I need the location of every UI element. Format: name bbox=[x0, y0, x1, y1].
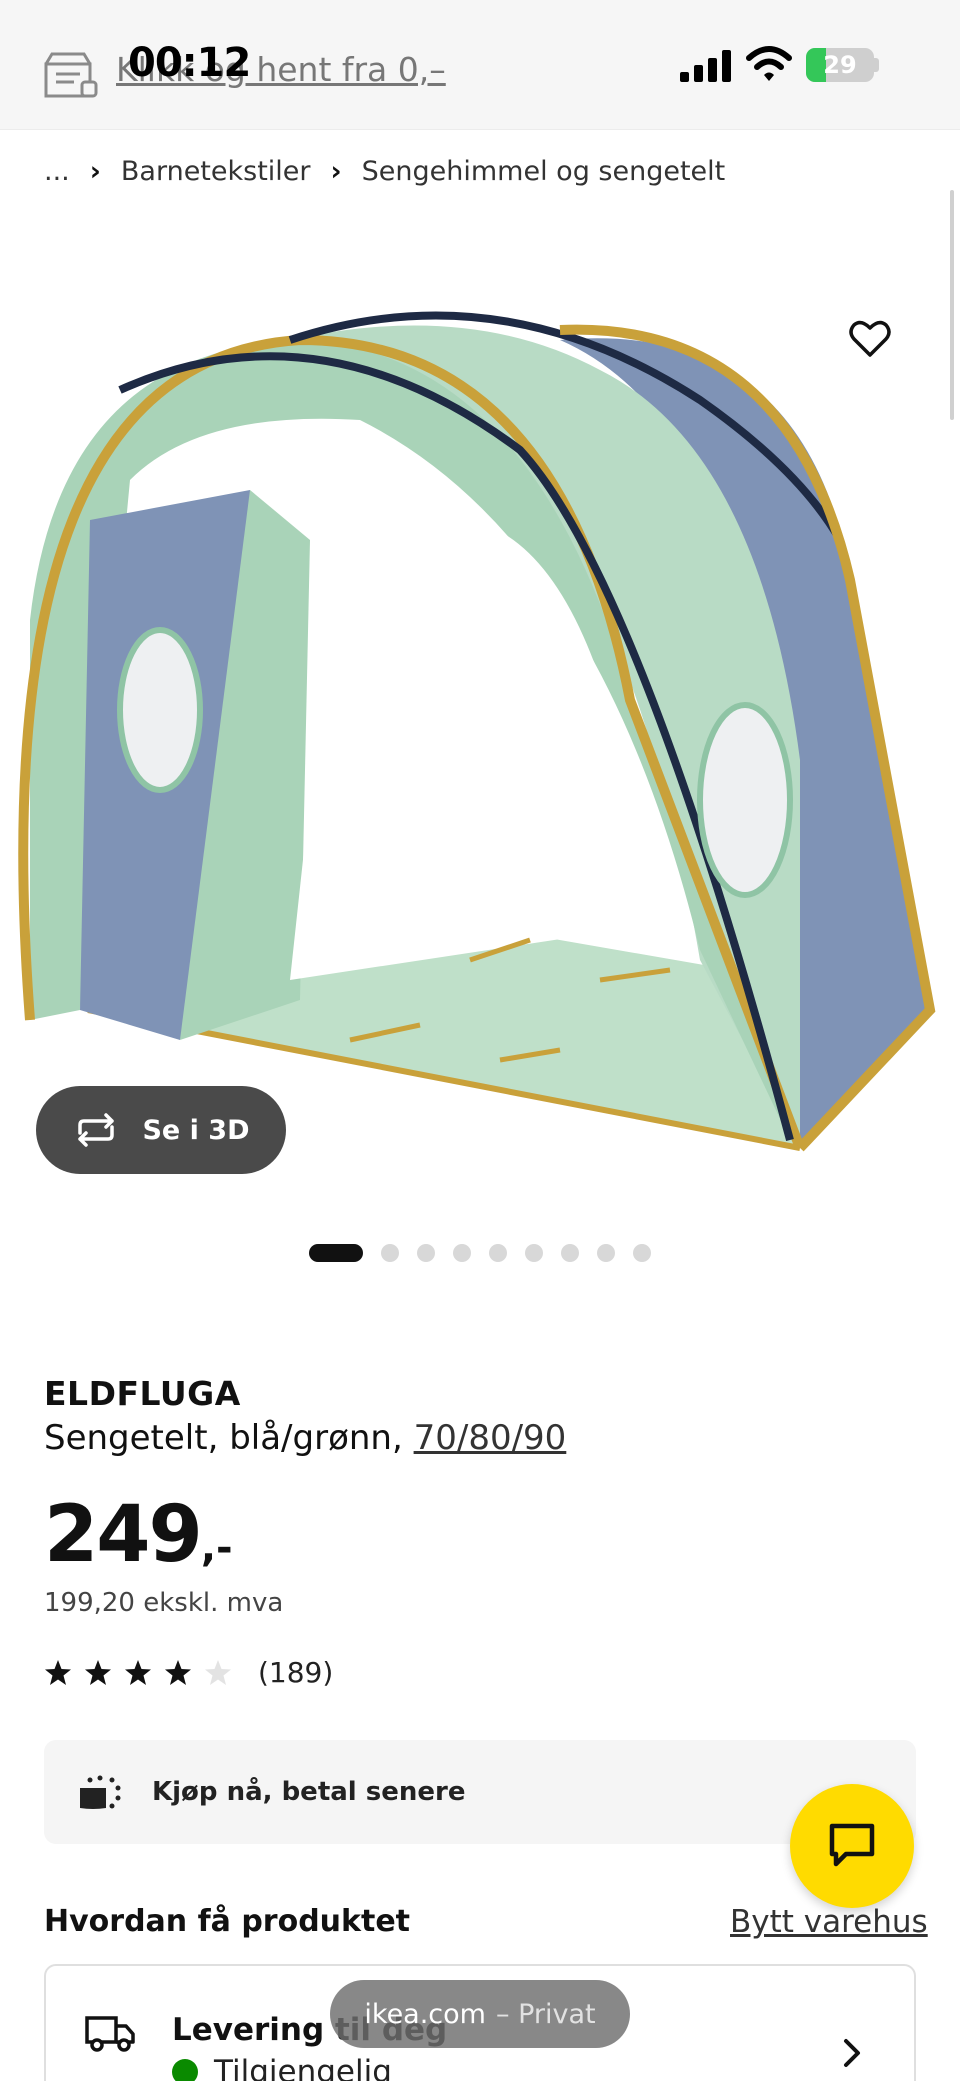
breadcrumb-item-sengehimmel[interactable]: Sengehimmel og sengetelt bbox=[362, 156, 726, 187]
product-image[interactable] bbox=[0, 280, 960, 1180]
breadcrumb-chevron-icon: › bbox=[89, 156, 101, 187]
breadcrumb-item-barnetekstiler[interactable]: Barnetekstiler bbox=[121, 156, 311, 187]
product-price: 249,- bbox=[44, 1490, 233, 1580]
price-suffix: ,- bbox=[200, 1525, 233, 1571]
view-3d-button[interactable]: Se i 3D bbox=[36, 1086, 286, 1174]
browser-mode: – Privat bbox=[495, 1998, 596, 2030]
truck-icon bbox=[85, 2016, 135, 2052]
klarna-icon bbox=[80, 1775, 121, 1809]
carousel-dot[interactable] bbox=[489, 1244, 507, 1262]
product-description: Sengetelt, blå/grønn, 70/80/90 bbox=[44, 1418, 566, 1458]
product-name: ELDFLUGA bbox=[44, 1374, 241, 1413]
breadcrumb-chevron-icon: › bbox=[330, 156, 342, 187]
buy-now-pay-later[interactable]: Kjøp nå, betal senere bbox=[44, 1740, 916, 1844]
product-rating[interactable]: (189) bbox=[44, 1656, 333, 1689]
availability-status: Tilgjengelig bbox=[172, 2054, 392, 2081]
chat-button[interactable] bbox=[790, 1784, 914, 1908]
browser-address-pill[interactable]: ikea.com – Privat bbox=[330, 1980, 630, 2048]
battery-percent: 29 bbox=[823, 51, 857, 79]
delivery-section-title: Hvordan få produktet bbox=[44, 1904, 411, 1939]
buy-now-pay-later-label: Kjøp nå, betal senere bbox=[152, 1777, 466, 1807]
status-time: 00:12 bbox=[128, 40, 251, 86]
star-icon bbox=[85, 1659, 111, 1685]
view-3d-label: Se i 3D bbox=[142, 1114, 250, 1146]
price-value: 249 bbox=[44, 1490, 203, 1580]
product-description-text: Sengetelt, blå/grønn, bbox=[44, 1418, 403, 1458]
star-icon bbox=[45, 1659, 71, 1685]
carousel-dot[interactable] bbox=[561, 1244, 579, 1262]
star-icon bbox=[165, 1659, 191, 1685]
wifi-icon bbox=[746, 46, 792, 81]
star-icon bbox=[205, 1659, 231, 1685]
availability-label: Tilgjengelig bbox=[214, 2054, 392, 2081]
top-bar: Klikk og hent fra 0,– 00:12 29 bbox=[0, 0, 960, 130]
breadcrumb-ellipsis[interactable]: ... bbox=[44, 156, 70, 187]
battery-tip bbox=[874, 58, 879, 72]
carousel-dot[interactable] bbox=[453, 1244, 471, 1262]
review-count[interactable]: (189) bbox=[258, 1656, 333, 1689]
store-icon bbox=[44, 52, 98, 98]
browser-domain: ikea.com bbox=[364, 1998, 486, 2030]
heart-icon[interactable] bbox=[846, 314, 894, 362]
available-dot-icon bbox=[172, 2059, 198, 2081]
rotate-3d-icon bbox=[78, 1113, 115, 1147]
price-excl-vat: 199,20 ekskl. mva bbox=[44, 1588, 284, 1618]
change-store-link[interactable]: Bytt varehus bbox=[730, 1904, 928, 1940]
breadcrumb: ... › Barnetekstiler › Sengehimmel og se… bbox=[44, 156, 725, 187]
image-carousel-dots bbox=[0, 1244, 960, 1262]
carousel-dot[interactable] bbox=[525, 1244, 543, 1262]
carousel-dot[interactable] bbox=[597, 1244, 615, 1262]
chat-icon bbox=[829, 1823, 875, 1867]
star-icon bbox=[125, 1659, 151, 1685]
battery-indicator: 29 bbox=[806, 48, 874, 82]
carousel-dot[interactable] bbox=[633, 1244, 651, 1262]
cellular-signal-icon bbox=[680, 50, 731, 82]
carousel-dot[interactable] bbox=[381, 1244, 399, 1262]
chevron-right-icon bbox=[844, 2039, 860, 2067]
carousel-dot[interactable] bbox=[417, 1244, 435, 1262]
product-size-link[interactable]: 70/80/90 bbox=[414, 1418, 567, 1458]
carousel-dot[interactable] bbox=[309, 1244, 363, 1262]
